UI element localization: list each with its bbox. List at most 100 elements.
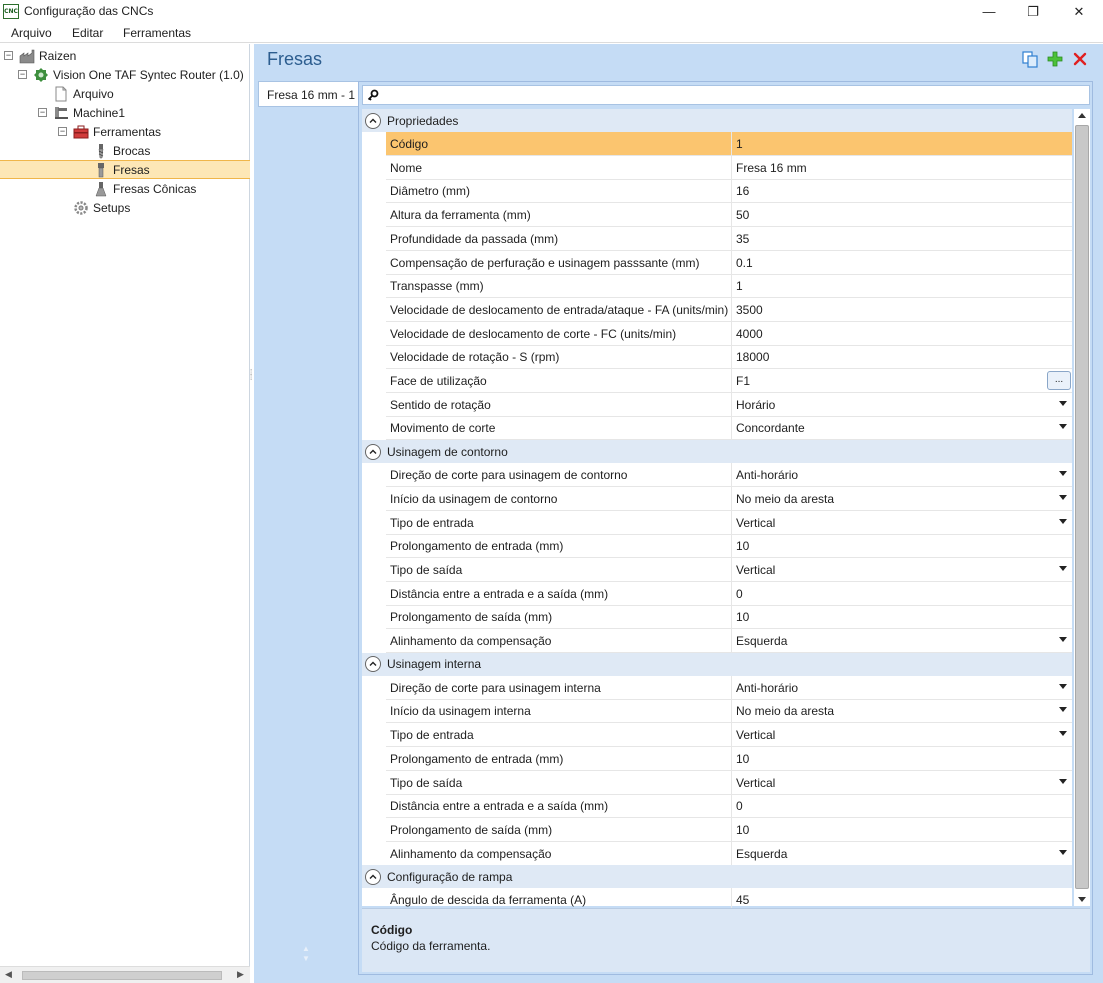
tree-item[interactable]: Arquivo — [38, 84, 114, 103]
scroll-right-icon[interactable]: ▶ — [237, 969, 244, 980]
property-row[interactable]: Compensação de perfuração e usinagem pas… — [386, 250, 1072, 275]
tree-item[interactable]: Brocas — [78, 141, 150, 160]
property-value[interactable]: Anti-horário — [731, 675, 1072, 699]
property-value[interactable]: 10 — [731, 534, 1072, 558]
property-search-bar[interactable] — [362, 85, 1090, 105]
scroll-up-icon[interactable] — [1078, 113, 1086, 118]
delete-icon[interactable] — [1071, 50, 1089, 68]
property-row[interactable]: Altura da ferramenta (mm) 50 — [386, 203, 1072, 228]
category-header[interactable]: Usinagem interna — [362, 652, 1072, 676]
dropdown-arrow-icon[interactable] — [1059, 683, 1067, 689]
property-row[interactable]: Prolongamento de entrada (mm) 10 — [386, 746, 1072, 771]
dropdown-arrow-icon[interactable] — [1059, 707, 1067, 713]
collapse-chevron-icon[interactable] — [365, 112, 381, 129]
tree-expander-icon[interactable]: − — [58, 127, 67, 136]
category-header[interactable]: Usinagem de contorno — [362, 440, 1072, 464]
property-row[interactable]: Direção de corte para usinagem de contor… — [386, 463, 1072, 488]
property-row[interactable]: Diâmetro (mm) 16 — [386, 179, 1072, 204]
property-row[interactable]: Distância entre a entrada e a saída (mm)… — [386, 794, 1072, 819]
ellipsis-button[interactable]: ... — [1047, 371, 1071, 390]
property-row[interactable]: Transpasse (mm) 1 — [386, 274, 1072, 299]
dropdown-arrow-icon[interactable] — [1059, 849, 1067, 855]
property-value[interactable]: Vertical — [731, 510, 1072, 534]
category-header[interactable]: Propriedades — [362, 109, 1072, 132]
menu-editar[interactable]: Editar — [72, 26, 103, 40]
tree-expander-icon[interactable]: − — [38, 108, 47, 117]
dropdown-arrow-icon[interactable] — [1059, 731, 1067, 737]
property-value[interactable]: No meio da aresta — [731, 699, 1072, 723]
collapse-chevron-icon[interactable] — [365, 868, 381, 885]
property-row[interactable]: Prolongamento de saída (mm) 10 — [386, 817, 1072, 842]
property-value[interactable]: 10 — [731, 817, 1072, 841]
tree-item[interactable]: − Vision One TAF Syntec Router (1.0) — [18, 65, 244, 84]
property-row[interactable]: Face de utilização F1... — [386, 369, 1072, 393]
property-row[interactable]: Tipo de entrada Vertical — [386, 723, 1072, 748]
property-value[interactable]: Vertical — [731, 770, 1072, 794]
property-value[interactable]: Horário — [731, 392, 1072, 416]
property-row[interactable]: Prolongamento de entrada (mm) 10 — [386, 534, 1072, 559]
add-icon[interactable] — [1046, 50, 1064, 68]
tab-nav-arrows[interactable]: ▲ ▼ — [302, 944, 310, 964]
scroll-down-icon[interactable] — [1078, 897, 1086, 902]
property-value[interactable]: Anti-horário — [731, 463, 1072, 487]
dropdown-arrow-icon[interactable] — [1059, 518, 1067, 524]
minimize-button[interactable]: — — [966, 0, 1012, 23]
property-value[interactable]: 0 — [731, 794, 1072, 818]
property-row[interactable]: Início da usinagem de contorno No meio da… — [386, 486, 1072, 511]
tree-horizontal-scrollbar[interactable]: ◀ ▶ — [0, 966, 250, 983]
menu-ferramentas[interactable]: Ferramentas — [123, 26, 191, 40]
tree-expander-icon[interactable]: − — [4, 51, 13, 60]
property-value[interactable]: No meio da aresta — [731, 486, 1072, 510]
property-row[interactable]: Nome Fresa 16 mm — [386, 155, 1072, 180]
property-value[interactable]: 3500 — [731, 297, 1072, 321]
property-row[interactable]: Alinhamento da compensação Esquerda — [386, 841, 1072, 866]
property-row[interactable]: Prolongamento de saída (mm) 10 — [386, 605, 1072, 630]
property-value[interactable]: 4000 — [731, 321, 1072, 345]
property-value[interactable]: Vertical — [731, 723, 1072, 747]
property-value[interactable]: 50 — [731, 203, 1072, 227]
maximize-button[interactable]: ❐ — [1010, 0, 1056, 23]
property-grid-scrollbar[interactable] — [1074, 109, 1090, 906]
property-value[interactable]: Concordante — [731, 416, 1072, 440]
collapse-chevron-icon[interactable] — [365, 443, 381, 460]
tree-item[interactable]: − Machine1 — [38, 103, 125, 122]
dropdown-arrow-icon[interactable] — [1059, 471, 1067, 477]
property-row[interactable]: Movimento de corte Concordante — [386, 416, 1072, 441]
property-row[interactable]: Sentido de rotação Horário — [386, 392, 1072, 417]
property-row[interactable]: Alinhamento da compensação Esquerda — [386, 629, 1072, 653]
property-value[interactable]: Fresa 16 mm — [731, 155, 1072, 179]
scroll-thumb[interactable] — [22, 971, 222, 980]
property-row[interactable]: Distância entre a entrada e a saída (mm)… — [386, 581, 1072, 606]
property-row[interactable]: Início da usinagem interna No meio da are… — [386, 699, 1072, 724]
property-value[interactable]: 0.1 — [731, 250, 1072, 274]
property-value[interactable]: Esquerda — [731, 629, 1072, 652]
close-button[interactable]: ✕ — [1056, 0, 1102, 23]
dropdown-arrow-icon[interactable] — [1059, 637, 1067, 642]
tree-item[interactable]: Fresas Cônicas — [78, 179, 196, 198]
property-value[interactable]: F1... — [731, 369, 1072, 392]
menu-arquivo[interactable]: Arquivo — [11, 26, 52, 40]
property-value[interactable]: 1 — [731, 132, 1072, 155]
property-row[interactable]: Tipo de entrada Vertical — [386, 510, 1072, 535]
property-value[interactable]: 16 — [731, 179, 1072, 203]
collapse-chevron-icon[interactable] — [365, 656, 381, 673]
tree-item[interactable]: Setups — [58, 198, 130, 217]
property-value[interactable]: Esquerda — [731, 841, 1072, 865]
property-value[interactable]: Vertical — [731, 557, 1072, 581]
property-value[interactable]: 18000 — [731, 345, 1072, 369]
property-value[interactable]: 1 — [731, 274, 1072, 298]
property-row[interactable]: Profundidade da passada (mm) 35 — [386, 226, 1072, 251]
copy-icon[interactable] — [1021, 50, 1039, 68]
property-value[interactable]: 0 — [731, 581, 1072, 605]
property-row[interactable]: Velocidade de rotação - S (rpm) 18000 — [386, 345, 1072, 370]
tree-expander-icon[interactable]: − — [18, 70, 27, 79]
scroll-thumb[interactable] — [1075, 125, 1089, 889]
dropdown-arrow-icon[interactable] — [1059, 778, 1067, 784]
property-value[interactable]: 35 — [731, 226, 1072, 250]
tree-item[interactable]: − Raizen — [4, 46, 76, 65]
dropdown-arrow-icon[interactable] — [1059, 494, 1067, 500]
property-row[interactable]: Tipo de saída Vertical — [386, 770, 1072, 795]
tree-item[interactable]: − Ferramentas — [58, 122, 161, 141]
property-value[interactable]: 10 — [731, 605, 1072, 629]
tab-fresa-16mm[interactable]: Fresa 16 mm - 1 — [258, 81, 358, 107]
